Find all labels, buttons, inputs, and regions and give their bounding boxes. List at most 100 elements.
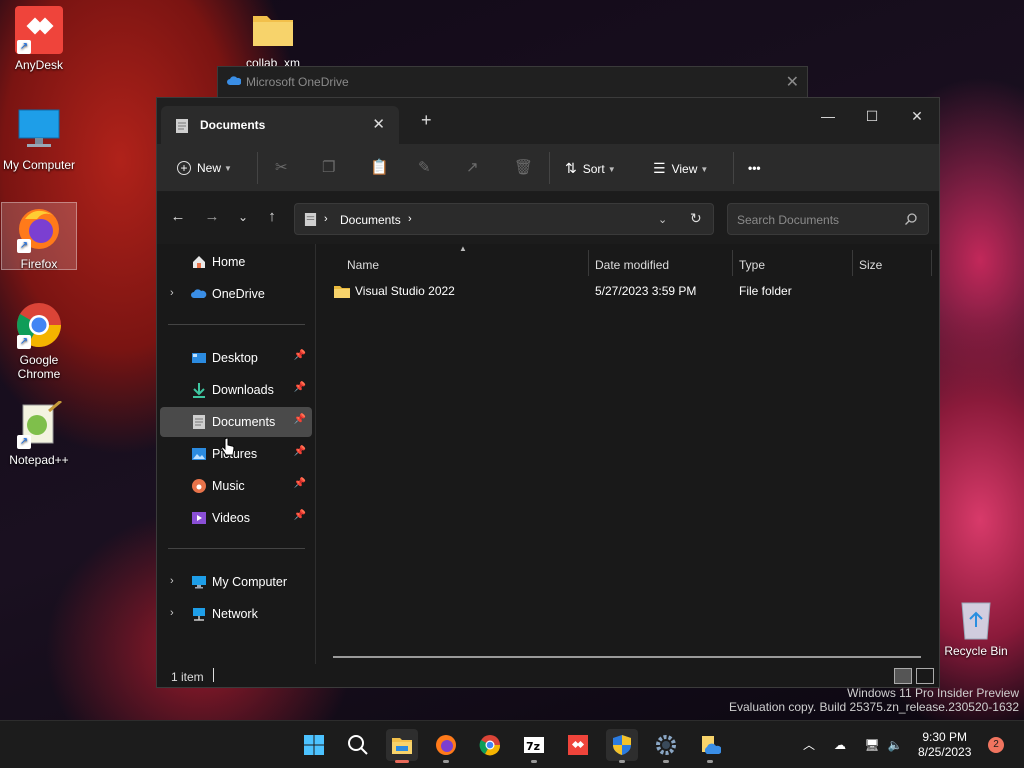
taskbar-security-shield[interactable] bbox=[606, 729, 638, 763]
expand-chevron-icon[interactable]: › bbox=[170, 607, 174, 619]
column-header-date[interactable]: Date modified bbox=[595, 258, 669, 272]
breadcrumb-separator-icon[interactable]: › bbox=[324, 213, 328, 225]
column-header-type[interactable]: Type bbox=[739, 258, 765, 272]
share-icon[interactable]: ↗ bbox=[466, 156, 479, 180]
sort-button[interactable]: ⇅ Sort ▼ bbox=[565, 156, 616, 180]
nav-item-desktop[interactable]: Desktop 📌 bbox=[160, 343, 312, 373]
column-divider[interactable] bbox=[732, 250, 733, 276]
desktop-icon-chrome[interactable]: ↗ Google Chrome bbox=[1, 301, 77, 381]
more-options-button[interactable]: ••• bbox=[748, 156, 761, 180]
network-icon[interactable]: 🖥 bbox=[864, 737, 880, 753]
nav-item-home[interactable]: Home bbox=[160, 247, 312, 277]
pin-icon[interactable]: 📌 bbox=[294, 382, 306, 393]
pane-splitter[interactable] bbox=[315, 244, 316, 664]
volume-icon[interactable]: 🔈 bbox=[887, 737, 903, 753]
expand-chevron-icon[interactable]: › bbox=[170, 575, 174, 587]
breadcrumb[interactable]: Documents bbox=[340, 213, 401, 227]
notification-badge[interactable]: 2 bbox=[988, 737, 1004, 753]
pin-icon[interactable]: 📌 bbox=[294, 510, 306, 521]
new-button[interactable]: + New ▼ bbox=[177, 156, 232, 180]
nav-item-my-computer[interactable]: › My Computer bbox=[160, 567, 312, 597]
address-bar[interactable]: › Documents › ⌄ ↻ bbox=[294, 203, 714, 235]
search-box[interactable]: Search Documents bbox=[727, 203, 929, 235]
close-window-button[interactable]: ✕ bbox=[902, 104, 932, 130]
onedrive-window[interactable]: Microsoft OneDrive ✕ bbox=[217, 66, 808, 98]
refresh-icon[interactable]: ↻ bbox=[690, 210, 702, 227]
up-arrow-icon[interactable]: ↑ bbox=[262, 206, 282, 228]
desktop-icon-firefox[interactable]: ↗ Firefox bbox=[1, 202, 77, 271]
expand-chevron-icon[interactable]: › bbox=[170, 287, 174, 299]
address-dropdown-icon[interactable]: ⌄ bbox=[658, 213, 667, 226]
forward-arrow-icon[interactable]: → bbox=[202, 206, 222, 228]
tiles-view-icon[interactable] bbox=[916, 668, 934, 684]
plus-circle-icon: + bbox=[177, 161, 191, 175]
view-button[interactable]: ☰ View ▼ bbox=[653, 156, 708, 180]
taskbar-clock[interactable]: 9:30 PM 8/25/2023 bbox=[918, 730, 971, 760]
title-bar[interactable]: Documents ✕ + — ☐ ✕ bbox=[157, 98, 939, 144]
minimize-button[interactable]: — bbox=[813, 104, 843, 130]
taskbar-settings[interactable] bbox=[650, 729, 682, 763]
shortcut-arrow-icon: ↗ bbox=[17, 335, 31, 349]
desktop-icon-anydesk[interactable]: ↗ AnyDesk bbox=[1, 6, 77, 72]
desktop-icon-recycle-bin[interactable]: Recycle Bin bbox=[940, 597, 1012, 658]
nav-item-documents[interactable]: Documents 📌 bbox=[160, 407, 312, 437]
nav-item-onedrive[interactable]: › OneDrive bbox=[160, 279, 312, 309]
desktop-icon-my-computer[interactable]: My Computer bbox=[1, 106, 77, 172]
delete-icon[interactable]: 🗑 bbox=[514, 156, 533, 180]
table-row[interactable] bbox=[331, 380, 931, 402]
close-icon[interactable]: ✕ bbox=[786, 72, 799, 92]
firefox-icon bbox=[436, 735, 456, 755]
taskbar-firefox[interactable] bbox=[430, 729, 462, 763]
new-tab-button[interactable]: + bbox=[421, 110, 432, 131]
desktop-icon-notepadpp[interactable]: ↗ Notepad++ bbox=[1, 399, 77, 467]
pin-icon[interactable]: 📌 bbox=[294, 478, 306, 489]
tab-label: Documents bbox=[200, 118, 266, 132]
horizontal-scrollbar[interactable] bbox=[333, 656, 921, 658]
details-view-icon[interactable] bbox=[894, 668, 912, 684]
cut-icon[interactable]: ✂ bbox=[275, 156, 288, 180]
rename-icon[interactable]: ✎ bbox=[418, 156, 431, 180]
nav-item-music[interactable]: Music 📌 bbox=[160, 471, 312, 501]
nav-item-label: OneDrive bbox=[212, 287, 265, 301]
tab-documents[interactable]: Documents ✕ bbox=[161, 106, 399, 144]
nav-item-downloads[interactable]: Downloads 📌 bbox=[160, 375, 312, 405]
file-explorer-window[interactable]: Documents ✕ + — ☐ ✕ + New ▼ ✂ ❐ 📋 ✎ ↗ 🗑 ⇅ S… bbox=[156, 97, 940, 688]
onedrive-offline-icon[interactable]: ☁ bbox=[832, 737, 848, 753]
column-divider[interactable] bbox=[931, 250, 932, 276]
search-input[interactable]: Search Documents bbox=[737, 213, 839, 227]
pin-icon[interactable]: 📌 bbox=[294, 350, 306, 361]
breadcrumb-separator-icon[interactable]: › bbox=[408, 213, 412, 225]
nav-item-videos[interactable]: Videos 📌 bbox=[160, 503, 312, 533]
file-name: Visual Studio 2022 bbox=[355, 284, 455, 298]
taskbar-file-explorer[interactable] bbox=[386, 729, 418, 763]
running-indicator bbox=[663, 760, 669, 763]
pin-icon[interactable]: 📌 bbox=[294, 446, 306, 457]
uac-shield-icon bbox=[613, 735, 631, 755]
command-bar: + New ▼ ✂ ❐ 📋 ✎ ↗ 🗑 ⇅ Sort ▼ ☰ View ▼ ••• bbox=[157, 144, 939, 192]
nav-item-pictures[interactable]: Pictures 📌 bbox=[160, 439, 312, 469]
show-hidden-icons-chevron-icon[interactable]: ︿ bbox=[801, 737, 817, 753]
start-button[interactable] bbox=[298, 729, 330, 761]
maximize-button[interactable]: ☐ bbox=[857, 104, 887, 130]
paste-icon[interactable]: 📋 bbox=[370, 156, 389, 180]
taskbar-anydesk[interactable] bbox=[562, 729, 594, 761]
nav-item-network[interactable]: › Network bbox=[160, 599, 312, 629]
toolbar-divider bbox=[549, 152, 550, 184]
chrome-icon bbox=[479, 735, 501, 756]
column-header-name[interactable]: Name bbox=[347, 258, 379, 272]
desktop-icon-collab[interactable]: collab_xm bbox=[235, 10, 311, 70]
taskbar-7zip[interactable]: 7z bbox=[518, 729, 550, 763]
column-header-size[interactable]: Size bbox=[859, 258, 882, 272]
taskbar-chrome[interactable] bbox=[474, 729, 506, 761]
tab-close-icon[interactable]: ✕ bbox=[372, 115, 385, 133]
table-row[interactable]: Visual Studio 2022 5/27/2023 3:59 PM Fil… bbox=[333, 280, 933, 302]
column-divider[interactable] bbox=[588, 250, 589, 276]
view-button-label: View bbox=[671, 162, 698, 176]
pin-icon[interactable]: 📌 bbox=[294, 414, 306, 425]
column-divider[interactable] bbox=[852, 250, 853, 276]
taskbar-search-button[interactable] bbox=[342, 729, 374, 761]
copy-icon[interactable]: ❐ bbox=[322, 156, 335, 180]
taskbar-onedrive-folder[interactable] bbox=[694, 729, 726, 763]
recent-locations-chevron-icon[interactable]: ⌄ bbox=[233, 206, 253, 228]
back-arrow-icon[interactable]: ← bbox=[168, 206, 188, 228]
